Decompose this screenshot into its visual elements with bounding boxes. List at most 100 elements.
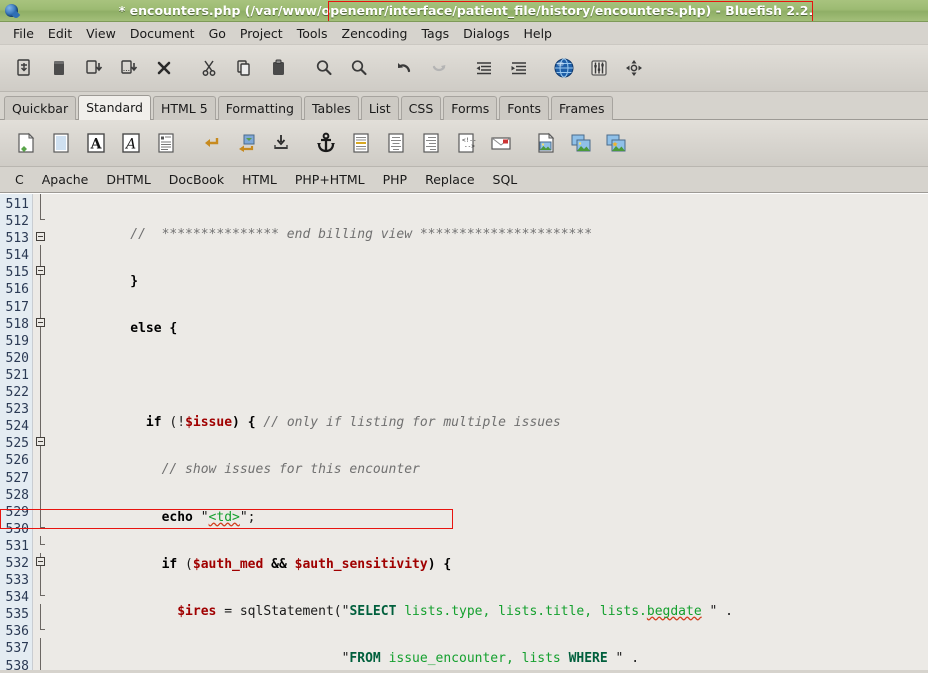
code-line: $ires = sqlStatement("SELECT lists.type,… <box>177 603 733 619</box>
undo-icon[interactable] <box>388 53 419 84</box>
heading-icon[interactable] <box>345 128 376 159</box>
langtab-replace[interactable]: Replace <box>416 169 483 190</box>
menu-file[interactable]: File <box>6 24 41 43</box>
line-number: 524 <box>5 419 29 435</box>
langtab-c[interactable]: C <box>6 169 33 190</box>
line-number: 527 <box>5 470 29 486</box>
tab-html5[interactable]: HTML 5 <box>152 96 216 120</box>
email-icon[interactable] <box>485 128 516 159</box>
tab-css[interactable]: CSS <box>400 96 442 120</box>
langtab-html[interactable]: HTML <box>233 169 286 190</box>
search-replace-icon[interactable] <box>343 53 374 84</box>
italic-icon[interactable]: A <box>115 128 146 159</box>
body-icon[interactable] <box>45 128 76 159</box>
copy-icon[interactable] <box>228 53 259 84</box>
indent-icon[interactable] <box>503 53 534 84</box>
menu-edit[interactable]: Edit <box>41 24 79 43</box>
language-tabstrip: C Apache DHTML DocBook HTML PHP+HTML PHP… <box>0 167 928 193</box>
close-file-icon[interactable] <box>148 53 179 84</box>
fold-toggle-515[interactable] <box>36 266 45 276</box>
line-number: 523 <box>5 402 29 418</box>
toolbar-tabstrip: Quickbar Standard HTML 5 Formatting Tabl… <box>0 92 928 120</box>
code-line: else { <box>52 321 178 337</box>
paste-icon[interactable] <box>263 53 294 84</box>
menu-dialogs[interactable]: Dialogs <box>456 24 516 43</box>
menu-tags[interactable]: Tags <box>414 24 456 43</box>
menu-zencoding[interactable]: Zencoding <box>335 24 415 43</box>
open-file-icon[interactable] <box>43 53 74 84</box>
tab-forms[interactable]: Forms <box>443 96 498 120</box>
menu-go[interactable]: Go <box>202 24 233 43</box>
menu-help[interactable]: Help <box>516 24 559 43</box>
fold-toggle-513[interactable] <box>36 232 45 242</box>
non-breaking-space-icon[interactable] <box>265 128 296 159</box>
code-editor[interactable]: 511 512 513 514 515 516 517 518 519 520 … <box>0 193 928 670</box>
langtab-docbook[interactable]: DocBook <box>160 169 233 190</box>
tab-fonts[interactable]: Fonts <box>499 96 550 120</box>
code-line: // *************** end billing view ****… <box>52 227 593 242</box>
tab-list[interactable]: List <box>360 96 399 120</box>
thumbnail-icon[interactable] <box>600 128 631 159</box>
line-number: 517 <box>5 299 29 315</box>
redo-icon[interactable] <box>423 53 454 84</box>
fullscreen-icon[interactable] <box>583 53 614 84</box>
insert-image-icon[interactable] <box>530 128 561 159</box>
break-icon[interactable] <box>195 128 226 159</box>
save-file-icon[interactable] <box>78 53 109 84</box>
fold-toggle-518[interactable] <box>36 317 45 327</box>
move-icon[interactable] <box>618 53 649 84</box>
multi-thumbnail-icon[interactable] <box>565 128 596 159</box>
svg-text:A: A <box>123 137 135 153</box>
line-number: 526 <box>5 453 29 469</box>
code-line: if ($auth_med && $auth_sensitivity) { <box>161 556 452 572</box>
right-justify-icon[interactable] <box>415 128 446 159</box>
quickstart-icon[interactable] <box>10 128 41 159</box>
menu-view[interactable]: View <box>79 24 123 43</box>
line-number: 511 <box>5 197 29 212</box>
langtab-sql[interactable]: SQL <box>484 169 527 190</box>
anchor-icon[interactable] <box>310 128 341 159</box>
menu-tools[interactable]: Tools <box>290 24 335 43</box>
code-line: "FROM issue_encounter, lists WHERE " . <box>341 650 640 666</box>
center-icon[interactable] <box>380 128 411 159</box>
new-file-icon[interactable] <box>8 53 39 84</box>
break-clear-icon[interactable] <box>230 128 261 159</box>
line-number: 528 <box>5 487 29 503</box>
langtab-php-html[interactable]: PHP+HTML <box>286 169 374 190</box>
langtab-dhtml[interactable]: DHTML <box>97 169 159 190</box>
fold-toggle-532[interactable] <box>36 556 45 566</box>
main-toolbar <box>0 45 928 92</box>
code-folding-column[interactable] <box>33 194 50 670</box>
comment-icon[interactable]: <!-- --> <box>450 128 481 159</box>
save-as-icon[interactable] <box>113 53 144 84</box>
menu-project[interactable]: Project <box>233 24 290 43</box>
code-text-area[interactable]: // *************** end billing view ****… <box>50 194 928 670</box>
tab-standard[interactable]: Standard <box>78 95 151 120</box>
line-number: 515 <box>5 265 29 281</box>
line-number-gutter: 511 512 513 514 515 516 517 518 519 520 … <box>0 194 33 670</box>
tab-quickbar[interactable]: Quickbar <box>4 96 77 120</box>
tab-frames[interactable]: Frames <box>551 96 613 120</box>
line-number: 513 <box>5 231 29 247</box>
line-number: 534 <box>5 590 29 606</box>
langtab-php[interactable]: PHP <box>374 169 416 190</box>
fold-toggle-525[interactable] <box>36 437 45 447</box>
code-line: echo "<td>"; <box>161 509 256 525</box>
line-number: 530 <box>5 521 29 537</box>
paragraph-icon[interactable] <box>150 128 181 159</box>
search-icon[interactable] <box>308 53 339 84</box>
title-filename: encounters.php <box>129 3 241 18</box>
window-titlebar: * encounters.php (/var/www/openemr/inter… <box>0 0 928 22</box>
bold-icon[interactable]: A <box>80 128 111 159</box>
line-number: 518 <box>5 316 29 332</box>
line-number: 521 <box>5 367 29 383</box>
menu-document[interactable]: Document <box>123 24 202 43</box>
line-number: 512 <box>5 214 29 230</box>
tab-formatting[interactable]: Formatting <box>217 96 302 120</box>
langtab-apache[interactable]: Apache <box>33 169 98 190</box>
preview-in-browser-icon[interactable] <box>548 53 579 84</box>
html-toolbar: A A <!-- --> <box>0 120 928 167</box>
tab-tables[interactable]: Tables <box>303 96 359 120</box>
unindent-icon[interactable] <box>468 53 499 84</box>
cut-icon[interactable] <box>193 53 224 84</box>
